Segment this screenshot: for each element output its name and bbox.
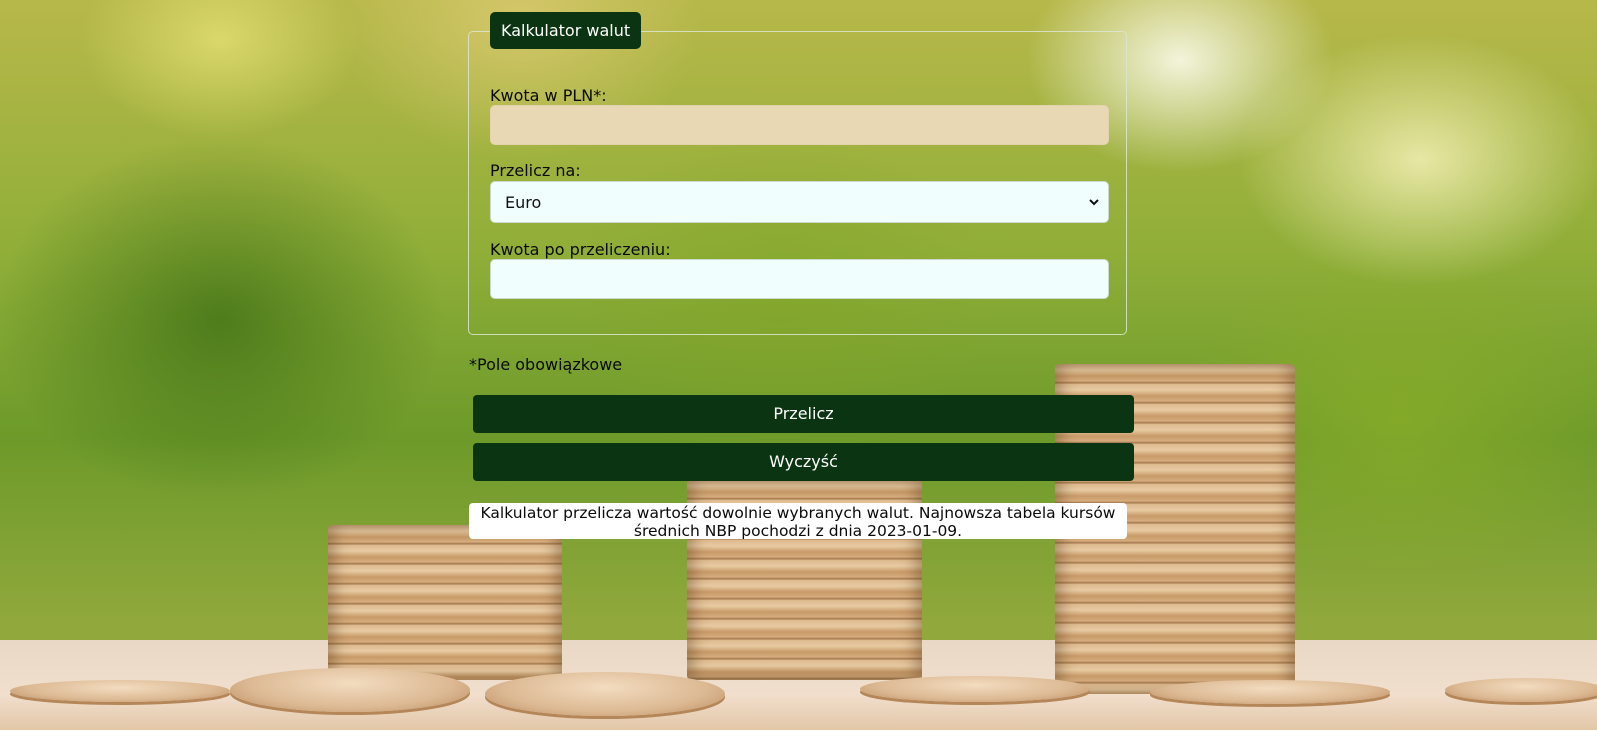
target-currency-label: Przelicz na: <box>490 161 581 180</box>
flat-coin <box>485 672 725 716</box>
amount-input[interactable] <box>490 105 1109 145</box>
flat-coin <box>1445 678 1597 702</box>
coin-stack-left <box>328 525 562 680</box>
flat-coin <box>860 676 1090 702</box>
info-box: Kalkulator przelicza wartość dowolnie wy… <box>469 503 1127 540</box>
convert-button[interactable]: Przelicz <box>473 395 1134 433</box>
amount-label: Kwota w PLN*: <box>490 86 607 105</box>
result-field[interactable] <box>490 259 1109 299</box>
result-label: Kwota po przeliczeniu: <box>490 240 671 259</box>
clear-button[interactable]: Wyczyść <box>473 443 1134 481</box>
flat-coin <box>230 668 470 712</box>
selected-currency: Euro <box>505 193 542 212</box>
chevron-down-icon <box>1088 182 1100 242</box>
info-text-line: Kalkulator przelicza wartość dowolnie wy… <box>480 504 1116 522</box>
flat-coin <box>1150 680 1390 704</box>
flat-coin <box>10 680 230 702</box>
calculator-legend: Kalkulator walut <box>490 12 642 49</box>
target-currency-select[interactable]: Euro <box>490 181 1109 223</box>
info-text-line: średnich NBP pochodzi z dnia 2023-01-09. <box>633 522 963 540</box>
required-note: *Pole obowiązkowe <box>469 355 623 374</box>
